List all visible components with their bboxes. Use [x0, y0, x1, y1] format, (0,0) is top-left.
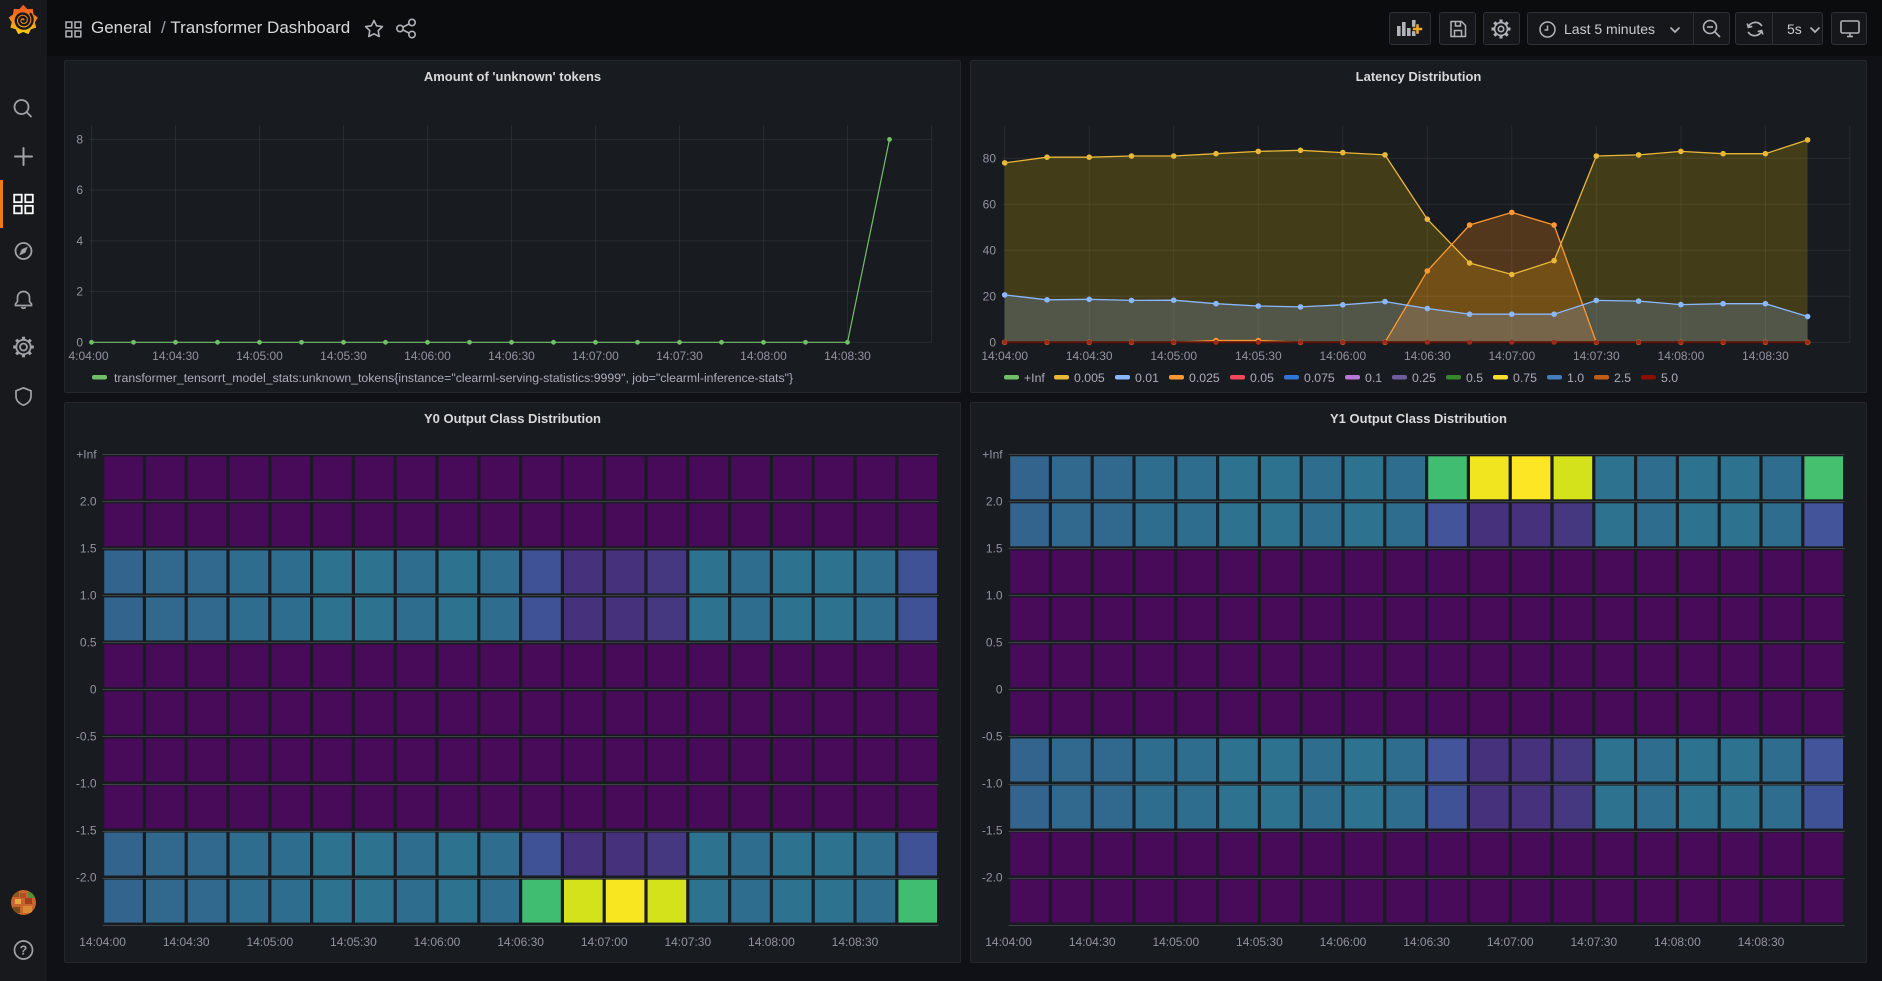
svg-text:1.0: 1.0: [1567, 371, 1584, 385]
svg-text:0.5: 0.5: [1466, 371, 1483, 385]
svg-text:14:08:00: 14:08:00: [748, 935, 795, 949]
svg-text:80: 80: [983, 151, 997, 165]
svg-text:14:07:30: 14:07:30: [1573, 349, 1620, 363]
svg-text:-0.5: -0.5: [982, 730, 1003, 744]
svg-text:2.0: 2.0: [80, 494, 97, 508]
svg-text:0.01: 0.01: [1135, 371, 1159, 385]
svg-text:14:06:00: 14:06:00: [1319, 349, 1366, 363]
svg-text:14:05:00: 14:05:00: [1150, 349, 1197, 363]
svg-text:14:07:00: 14:07:00: [1487, 935, 1534, 949]
svg-text:14:05:00: 14:05:00: [1152, 935, 1199, 949]
svg-text:14:04:30: 14:04:30: [163, 935, 210, 949]
svg-text:transformer_tensorrt_model_sta: transformer_tensorrt_model_stats:unknown…: [114, 371, 793, 385]
svg-text:-2.0: -2.0: [982, 871, 1003, 885]
svg-text:0: 0: [90, 682, 97, 696]
svg-text:-1.5: -1.5: [982, 824, 1003, 838]
svg-text:1.5: 1.5: [986, 541, 1003, 555]
svg-text:14:05:00: 14:05:00: [246, 935, 293, 949]
svg-text:0.25: 0.25: [1412, 371, 1436, 385]
svg-text:0: 0: [996, 682, 1003, 696]
svg-text:6: 6: [76, 183, 83, 197]
svg-text:14:04:00: 14:04:00: [981, 349, 1028, 363]
svg-text:14:07:30: 14:07:30: [1570, 935, 1617, 949]
svg-text:14:06:30: 14:06:30: [1403, 935, 1450, 949]
svg-text:+Inf: +Inf: [982, 447, 1003, 461]
svg-text:-1.5: -1.5: [76, 824, 97, 838]
svg-text:14:07:30: 14:07:30: [656, 349, 703, 363]
svg-text:14:04:30: 14:04:30: [1066, 349, 1113, 363]
svg-text:1.0: 1.0: [986, 588, 1003, 602]
svg-text:0.75: 0.75: [1513, 371, 1537, 385]
svg-text:0.5: 0.5: [986, 635, 1003, 649]
svg-text:14:07:00: 14:07:00: [581, 935, 628, 949]
svg-text:14:08:00: 14:08:00: [1654, 935, 1701, 949]
svg-text:-2.0: -2.0: [76, 871, 97, 885]
svg-text:0.5: 0.5: [80, 635, 97, 649]
svg-text:4: 4: [76, 234, 83, 248]
svg-text:14:04:00: 14:04:00: [985, 935, 1032, 949]
svg-text:14:06:00: 14:06:00: [1320, 935, 1367, 949]
svg-text:14:08:30: 14:08:30: [824, 349, 871, 363]
svg-text:14:08:00: 14:08:00: [1658, 349, 1705, 363]
svg-text:2.5: 2.5: [1614, 371, 1631, 385]
svg-text:14:05:30: 14:05:30: [1235, 349, 1282, 363]
svg-text:14:07:00: 14:07:00: [1488, 349, 1535, 363]
svg-text:0.005: 0.005: [1074, 371, 1105, 385]
svg-text:2.0: 2.0: [986, 494, 1003, 508]
svg-text:14:06:00: 14:06:00: [414, 935, 461, 949]
svg-text:+Inf: +Inf: [1024, 371, 1045, 385]
svg-text:0: 0: [989, 335, 996, 349]
svg-text:14:08:30: 14:08:30: [832, 935, 879, 949]
svg-text:14:07:30: 14:07:30: [664, 935, 711, 949]
svg-text:14:05:00: 14:05:00: [236, 349, 283, 363]
svg-text:0: 0: [76, 335, 83, 349]
svg-text:14:04:30: 14:04:30: [1069, 935, 1116, 949]
svg-text:0.05: 0.05: [1250, 371, 1274, 385]
svg-text:40: 40: [983, 243, 997, 257]
svg-text:-0.5: -0.5: [76, 730, 97, 744]
svg-text:14:07:00: 14:07:00: [572, 349, 619, 363]
svg-text:2: 2: [76, 285, 83, 299]
svg-text:8: 8: [76, 132, 83, 146]
svg-text:0.075: 0.075: [1304, 371, 1335, 385]
svg-text:14:08:30: 14:08:30: [1738, 935, 1785, 949]
svg-text:1.0: 1.0: [80, 588, 97, 602]
svg-text:14:06:30: 14:06:30: [497, 935, 544, 949]
svg-text:60: 60: [983, 197, 997, 211]
svg-text:20: 20: [983, 289, 997, 303]
svg-text:14:04:30: 14:04:30: [152, 349, 199, 363]
svg-text:14:05:30: 14:05:30: [320, 349, 367, 363]
svg-text:14:05:30: 14:05:30: [1236, 935, 1283, 949]
svg-text:14:06:30: 14:06:30: [1404, 349, 1451, 363]
svg-text:14:08:00: 14:08:00: [740, 349, 787, 363]
svg-text:1.5: 1.5: [80, 541, 97, 555]
svg-text:?: ?: [20, 944, 28, 958]
svg-text:14:05:30: 14:05:30: [330, 935, 377, 949]
svg-text:14:06:30: 14:06:30: [488, 349, 535, 363]
svg-text:14:06:00: 14:06:00: [404, 349, 451, 363]
svg-text:4:04:00: 4:04:00: [68, 349, 108, 363]
svg-text:5.0: 5.0: [1661, 371, 1678, 385]
svg-text:0.025: 0.025: [1189, 371, 1220, 385]
svg-text:14:04:00: 14:04:00: [79, 935, 126, 949]
svg-text:+Inf: +Inf: [76, 447, 97, 461]
svg-text:14:08:30: 14:08:30: [1742, 349, 1789, 363]
svg-text:-1.0: -1.0: [76, 777, 97, 791]
svg-text:0.1: 0.1: [1365, 371, 1382, 385]
svg-text:-1.0: -1.0: [982, 777, 1003, 791]
